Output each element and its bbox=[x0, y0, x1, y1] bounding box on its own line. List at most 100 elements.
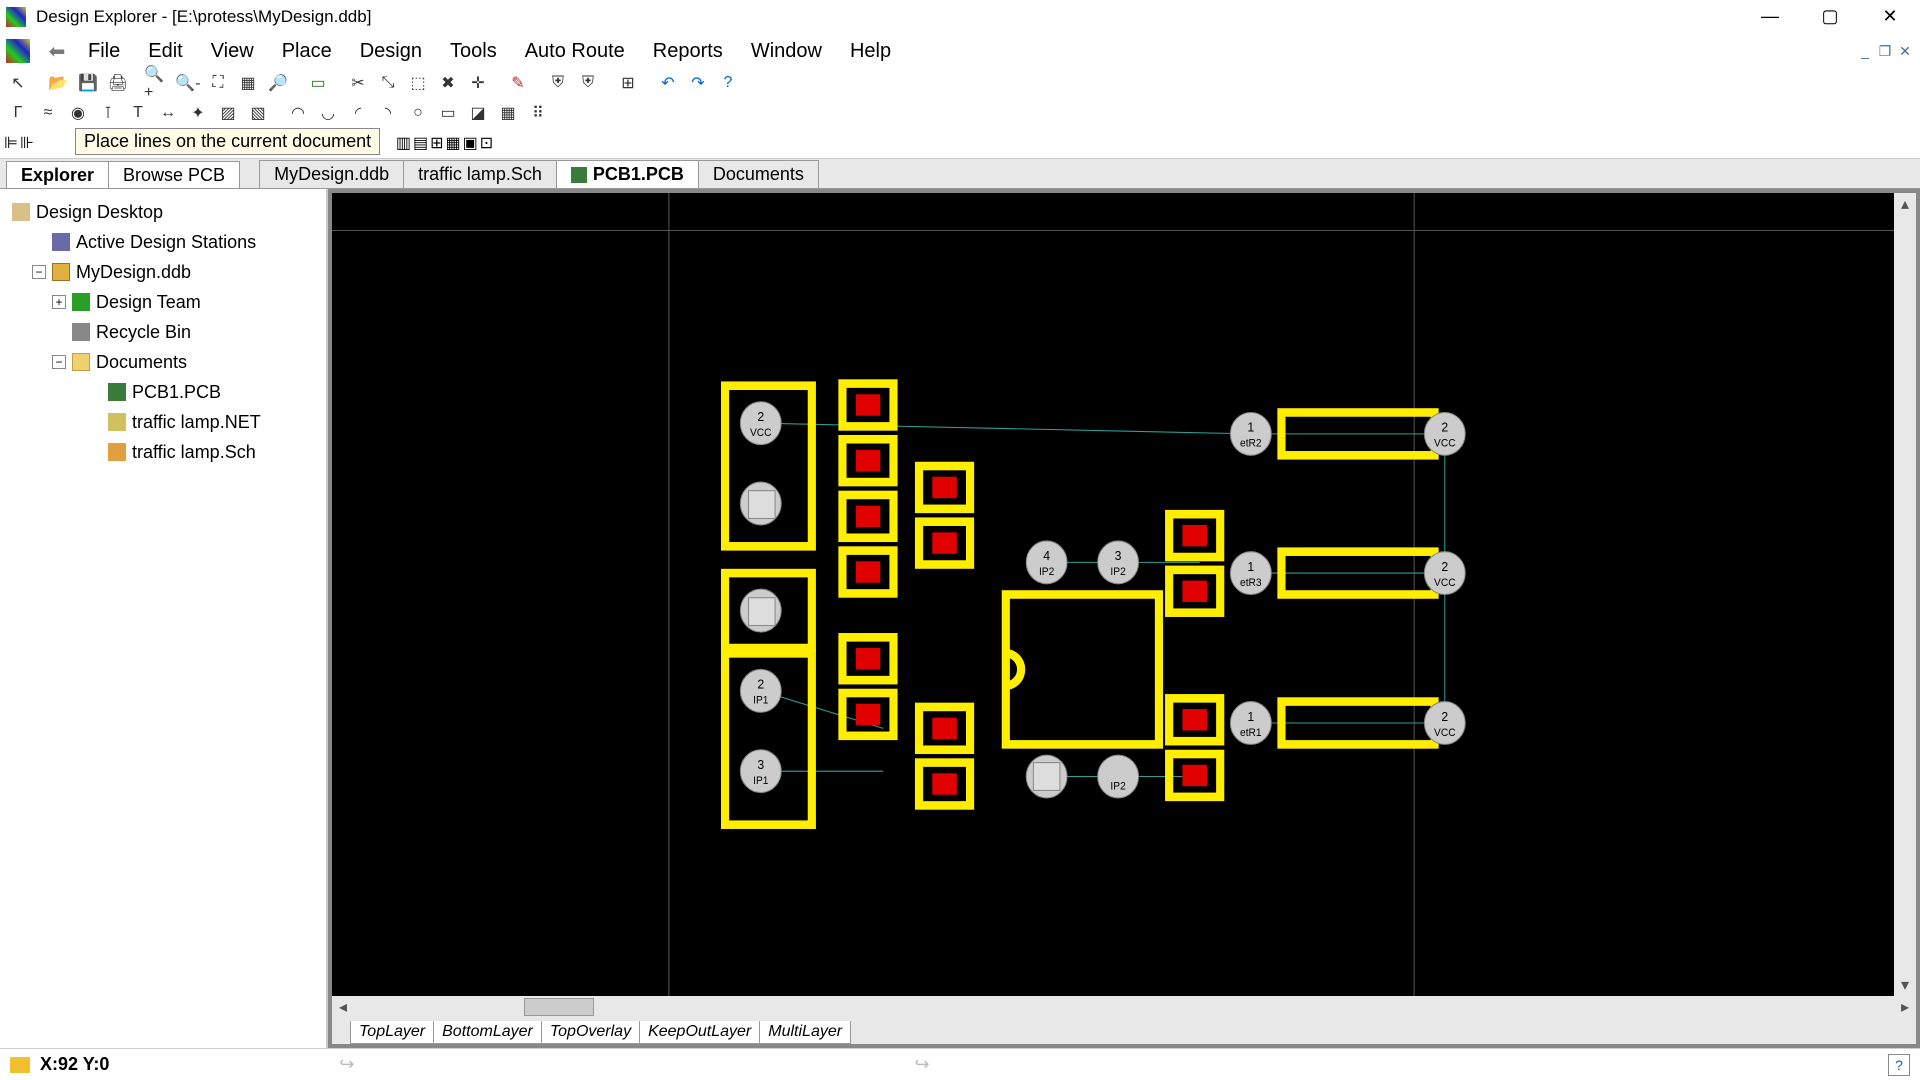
doctab-documents[interactable]: Documents bbox=[698, 160, 819, 188]
horizontal-scrollbar[interactable]: ◂ ▸ bbox=[332, 996, 1916, 1018]
align-c-icon[interactable]: ⊞ bbox=[430, 133, 443, 153]
mdi-close-icon[interactable]: ✕ bbox=[1896, 43, 1914, 60]
close-button[interactable]: ✕ bbox=[1860, 0, 1920, 34]
menu-place[interactable]: Place bbox=[270, 34, 344, 68]
save-icon[interactable]: 💾 bbox=[74, 70, 102, 96]
menu-edit[interactable]: Edit bbox=[136, 34, 194, 68]
shield2-icon[interactable]: ⛨ bbox=[574, 70, 602, 96]
vertical-scrollbar[interactable]: ▴ ▾ bbox=[1894, 193, 1916, 996]
layer-tab-top[interactable]: TopLayer bbox=[350, 1021, 434, 1044]
grid-icon[interactable]: ⊞ bbox=[614, 70, 642, 96]
align-e-icon[interactable]: ▣ bbox=[463, 133, 478, 153]
back-arrow-icon[interactable]: ⬅ bbox=[42, 39, 72, 64]
hatch-tool-icon[interactable]: ▧ bbox=[244, 100, 272, 126]
menu-window[interactable]: Window bbox=[739, 34, 834, 68]
tree-design-team[interactable]: +Design Team bbox=[4, 287, 326, 317]
coord-tool-icon[interactable]: ✦ bbox=[184, 100, 212, 126]
menu-help[interactable]: Help bbox=[838, 34, 903, 68]
help-icon[interactable]: ? bbox=[714, 70, 742, 96]
mdi-minimize-icon[interactable]: _ bbox=[1856, 43, 1874, 60]
maximize-button[interactable]: ▢ bbox=[1800, 0, 1860, 34]
undo-icon[interactable]: ↶ bbox=[654, 70, 682, 96]
array-tool-icon[interactable]: ⠿ bbox=[524, 100, 552, 126]
dim-tool-icon[interactable]: ↔ bbox=[154, 100, 182, 126]
minimize-button[interactable]: — bbox=[1740, 0, 1800, 34]
menu-tools[interactable]: Tools bbox=[438, 34, 509, 68]
collapse-icon[interactable]: − bbox=[32, 265, 46, 279]
zoom-fit-icon[interactable]: ▦ bbox=[234, 70, 262, 96]
doctab-mydesign[interactable]: MyDesign.ddb bbox=[259, 160, 404, 188]
wave-tool-icon[interactable]: ≈ bbox=[34, 100, 62, 126]
mdi-restore-icon[interactable]: ❐ bbox=[1876, 43, 1894, 60]
align-f-icon[interactable]: ⊡ bbox=[480, 133, 493, 153]
align-b-icon[interactable]: ▤ bbox=[413, 133, 428, 153]
tab-browse-pcb[interactable]: Browse PCB bbox=[108, 161, 240, 188]
menu-reports[interactable]: Reports bbox=[641, 34, 735, 68]
poly-tool-icon[interactable]: ◪ bbox=[464, 100, 492, 126]
tree-documents[interactable]: −Documents bbox=[4, 347, 326, 377]
layer-tab-keepout[interactable]: KeepOutLayer bbox=[639, 1021, 760, 1044]
tree-active-stations[interactable]: Active Design Stations bbox=[4, 227, 326, 257]
select-inside-icon[interactable]: ⬚ bbox=[404, 70, 432, 96]
open-icon[interactable]: 📂 bbox=[44, 70, 72, 96]
comp-tool-icon[interactable]: ▦ bbox=[494, 100, 522, 126]
menu-design[interactable]: Design bbox=[348, 34, 434, 68]
tree-recycle-bin[interactable]: Recycle Bin bbox=[4, 317, 326, 347]
pad-tool-icon[interactable]: ◉ bbox=[64, 100, 92, 126]
fill-tool-icon[interactable]: ▨ bbox=[214, 100, 242, 126]
circle-tool-icon[interactable]: ○ bbox=[404, 100, 432, 126]
line-tool-icon[interactable]: Γ bbox=[4, 100, 32, 126]
scroll-up-icon[interactable]: ▴ bbox=[1894, 193, 1916, 215]
tree-mydesign-ddb[interactable]: −MyDesign.ddb bbox=[4, 257, 326, 287]
zoom-select-icon[interactable]: 🔎 bbox=[264, 70, 292, 96]
tree-file-sch[interactable]: traffic lamp.Sch bbox=[4, 437, 326, 467]
align-d-icon[interactable]: ▦ bbox=[446, 133, 461, 153]
align-dist-icon[interactable]: ⊪ bbox=[20, 133, 34, 153]
scroll-right-icon[interactable]: ▸ bbox=[1894, 996, 1916, 1018]
pcb-canvas[interactable]: 2VCC1GND1etF12IP13IP14IP23IP2etJP1IP21et… bbox=[332, 193, 1894, 996]
via-tool-icon[interactable]: ⊺ bbox=[94, 100, 122, 126]
arc3-tool-icon[interactable]: ◜ bbox=[344, 100, 372, 126]
scroll-left-icon[interactable]: ◂ bbox=[332, 996, 354, 1018]
print-icon[interactable]: 🖨 bbox=[104, 70, 132, 96]
marker-icon[interactable]: ✎ bbox=[504, 70, 532, 96]
move-icon[interactable]: ✛ bbox=[464, 70, 492, 96]
zoom-in-icon[interactable]: 🔍+ bbox=[144, 70, 172, 96]
cut-icon[interactable]: ✂ bbox=[344, 70, 372, 96]
scroll-track[interactable] bbox=[1894, 215, 1916, 974]
browse-icon[interactable]: ▭ bbox=[304, 70, 332, 96]
tree-file-pcb[interactable]: PCB1.PCB bbox=[4, 377, 326, 407]
zoom-window-icon[interactable]: ⛶ bbox=[204, 70, 232, 96]
arc2-tool-icon[interactable]: ◡ bbox=[314, 100, 342, 126]
layer-tab-bottom[interactable]: BottomLayer bbox=[433, 1021, 542, 1044]
help-corner-icon[interactable]: ? bbox=[1888, 1054, 1910, 1076]
align-a-icon[interactable]: ▥ bbox=[396, 133, 411, 153]
arc4-tool-icon[interactable]: ◝ bbox=[374, 100, 402, 126]
expand-icon[interactable]: + bbox=[52, 295, 66, 309]
shield1-icon[interactable]: ⛨ bbox=[544, 70, 572, 96]
menu-file[interactable]: File bbox=[76, 34, 132, 68]
menu-view[interactable]: View bbox=[199, 34, 266, 68]
doctab-pcb[interactable]: PCB1.PCB bbox=[556, 160, 699, 188]
layer-tab-multi[interactable]: MultiLayer bbox=[759, 1021, 851, 1044]
text-tool-icon[interactable]: T bbox=[124, 100, 152, 126]
zoom-out-icon[interactable]: 🔍- bbox=[174, 70, 202, 96]
arc1-tool-icon[interactable]: ◠ bbox=[284, 100, 312, 126]
rect-tool-icon[interactable]: ▭ bbox=[434, 100, 462, 126]
tree-file-net[interactable]: traffic lamp.NET bbox=[4, 407, 326, 437]
tab-explorer[interactable]: Explorer bbox=[6, 161, 109, 188]
main-area: Design Desktop Active Design Stations −M… bbox=[0, 189, 1920, 1048]
layer-tab-topoverlay[interactable]: TopOverlay bbox=[541, 1021, 640, 1044]
deselect-icon[interactable]: ✖ bbox=[434, 70, 462, 96]
tree-design-desktop[interactable]: Design Desktop bbox=[4, 197, 326, 227]
arrow-tool-icon[interactable]: ↖ bbox=[4, 70, 32, 96]
scroll-thumb[interactable] bbox=[524, 998, 594, 1016]
redo-icon[interactable]: ↷ bbox=[684, 70, 712, 96]
scroll-track[interactable] bbox=[354, 996, 1894, 1018]
menu-autoroute[interactable]: Auto Route bbox=[513, 34, 637, 68]
doctab-sch[interactable]: traffic lamp.Sch bbox=[403, 160, 557, 188]
align-left-icon[interactable]: ⊫ bbox=[4, 133, 18, 153]
scroll-down-icon[interactable]: ▾ bbox=[1894, 974, 1916, 996]
wand-icon[interactable]: ⤡ bbox=[374, 70, 402, 96]
collapse-icon[interactable]: − bbox=[52, 355, 66, 369]
